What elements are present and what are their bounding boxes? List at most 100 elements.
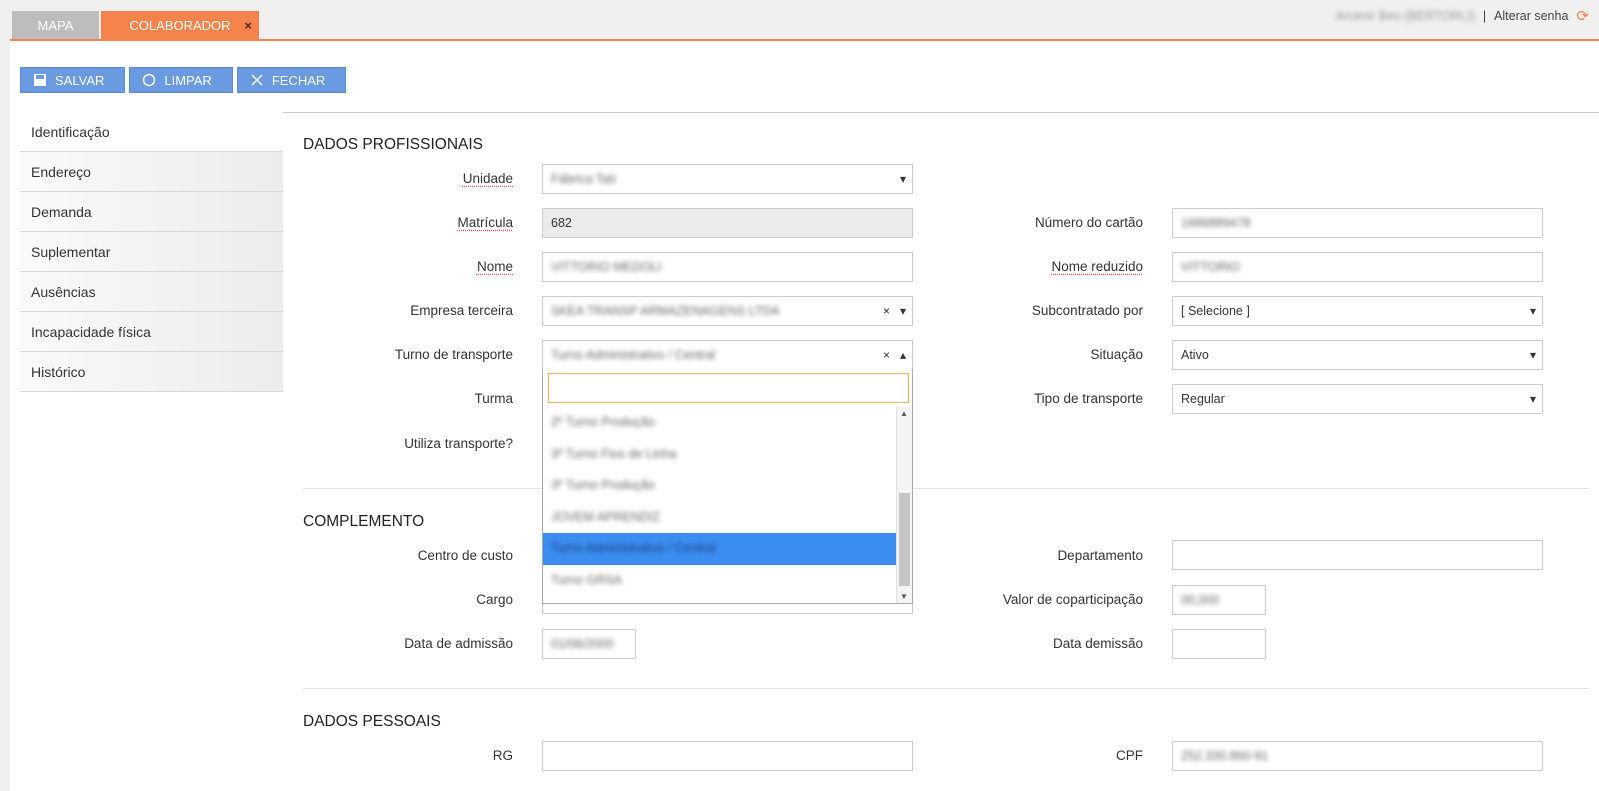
label-tipo-transporte: Tipo de transporte	[1033, 391, 1143, 406]
chevron-down-icon: ▾	[1529, 392, 1536, 406]
label-valor-coparticipacao: Valor de coparticipação	[1002, 592, 1143, 607]
dropdown-option[interactable]: 3º Turno Produção	[543, 470, 896, 502]
label-subcontratado: Subcontratado por	[1031, 303, 1143, 318]
clear-button[interactable]: LIMPAR	[129, 67, 233, 93]
label-unidade: Unidade	[462, 171, 513, 186]
situacao-value: Ativo	[1181, 348, 1209, 362]
dropdown-option[interactable]: JOVEM APRENDIZ	[543, 502, 896, 534]
sidebar-item-endereco[interactable]: Endereço	[20, 152, 283, 192]
chevron-down-icon: ▾	[1529, 304, 1536, 318]
unidade-value: Fábrica Tatí	[551, 172, 617, 186]
top-bar: MAPA COLABORADOR × Arcenir Beo (BERTORLI…	[0, 0, 1599, 40]
tab-mapa[interactable]: MAPA	[12, 11, 99, 40]
close-button[interactable]: FECHAR	[236, 67, 347, 93]
dropdown-option[interactable]: 2º Turno Produção	[543, 407, 896, 439]
scrollbar-thumb[interactable]	[899, 493, 910, 586]
x-icon	[251, 74, 263, 86]
option-label: Turno Administrativo / Central	[551, 541, 716, 555]
label-matricula: Matrícula	[457, 215, 513, 230]
dropdown-option[interactable]: 3º Turno Fios de Linha	[543, 439, 896, 471]
header-divider	[282, 112, 1599, 113]
sidebar-item-demanda[interactable]: Demanda	[20, 192, 283, 232]
tab-colaborador[interactable]: COLABORADOR ×	[101, 11, 259, 40]
scroll-up-icon[interactable]: ▲	[900, 409, 908, 418]
toolbar: SALVAR LIMPAR FECHAR	[20, 67, 347, 93]
option-label: 3º Turno Produção	[551, 478, 655, 492]
separator: |	[1482, 9, 1487, 23]
nome-reduzido-field[interactable]: VITTORIO	[1172, 252, 1543, 282]
label-turno: Turno de transporte	[394, 347, 513, 362]
nome-value: VITTORIO MEDOLI	[551, 260, 662, 274]
clear-icon[interactable]: ×	[883, 297, 890, 325]
dropdown-option[interactable]: Turno GRSA	[543, 565, 896, 597]
situacao-select[interactable]: Ativo ▾	[1172, 340, 1543, 370]
user-area: Arcenir Beo (BERTORLI) | Alterar senha ⟳	[1336, 7, 1589, 25]
save-button[interactable]: SALVAR	[20, 67, 126, 93]
section-divider	[303, 488, 1589, 489]
label-turma: Turma	[474, 391, 513, 406]
section-divider	[303, 688, 1589, 689]
tipo-transporte-value: Regular	[1181, 392, 1225, 406]
section-title-pess: DADOS PESSOAIS	[303, 713, 441, 730]
valor-coparticipacao-field[interactable]: 00,000	[1172, 585, 1266, 615]
sidebar-item-ausencias[interactable]: Ausências	[20, 272, 283, 312]
turno-select[interactable]: Turno Administrativo / Central × ▴	[542, 340, 913, 370]
chevron-down-icon: ▾	[899, 304, 906, 318]
close-icon[interactable]: ×	[244, 11, 252, 40]
section-title-comp: COMPLEMENTO	[303, 513, 425, 530]
dropdown-scrollbar[interactable]: ▲ ▼	[896, 407, 912, 603]
save-icon	[34, 74, 46, 86]
refresh-icon[interactable]: ⟳	[1576, 7, 1589, 25]
label-rg: RG	[492, 748, 513, 763]
turno-value: Turno Administrativo / Central	[551, 348, 716, 362]
user-name: Arcenir Beo (BERTORLI)	[1335, 9, 1475, 23]
sidebar-item-incapacidade[interactable]: Incapacidade física	[20, 312, 283, 352]
empresa-select[interactable]: SKEA TRANSP ARMAZENAGENS LTDA × ▾	[542, 296, 913, 326]
dropdown-option-selected[interactable]: Turno Administrativo / Central	[543, 533, 896, 565]
clear-icon[interactable]: ×	[883, 341, 890, 369]
label-empresa: Empresa terceira	[410, 303, 513, 318]
departamento-field[interactable]	[1172, 540, 1543, 570]
dropdown-list: 2º Turno Produção 3º Turno Fios de Linha…	[543, 407, 896, 603]
sidebar-item-identificacao[interactable]: Identificação	[20, 112, 283, 152]
sidebar-item-historico[interactable]: Histórico	[20, 352, 283, 392]
tipo-transporte-select[interactable]: Regular ▾	[1172, 384, 1543, 414]
data-demissao-field[interactable]	[1172, 629, 1266, 659]
option-label: 3º Turno Fios de Linha	[551, 446, 677, 461]
cpf-value: 252.330.860-91	[1181, 749, 1269, 763]
rg-field[interactable]	[542, 741, 913, 771]
subcontratado-select[interactable]: [ Selecione ] ▾	[1172, 296, 1543, 326]
cpf-field[interactable]: 252.330.860-91	[1172, 741, 1543, 771]
label-data-demissao: Data demissão	[1052, 636, 1143, 651]
valor-coparticipacao-value: 00,000	[1181, 593, 1220, 607]
change-password-link[interactable]: Alterar senha	[1494, 9, 1568, 23]
matricula-value: 682	[551, 216, 572, 230]
nome-field[interactable]: VITTORIO MEDOLI	[542, 252, 913, 282]
cartao-value: 1686889478	[1181, 216, 1251, 230]
label-situacao: Situação	[1090, 347, 1143, 362]
empresa-value: SKEA TRANSP ARMAZENAGENS LTDA	[551, 304, 780, 318]
option-label: 2º Turno Produção	[551, 415, 655, 429]
unidade-select[interactable]: Fábrica Tatí ▾	[542, 164, 913, 194]
tab-colaborador-label: COLABORADOR	[129, 18, 231, 33]
sidebar: Identificação Endereço Demanda Suplement…	[20, 112, 283, 392]
data-admissao-field[interactable]: 01/06/2000	[542, 629, 636, 659]
turno-dropdown: 2º Turno Produção 3º Turno Fios de Linha…	[542, 369, 913, 604]
option-label: JOVEM APRENDIZ	[551, 509, 661, 524]
data-admissao-value: 01/06/2000	[551, 637, 614, 651]
cartao-field[interactable]: 1686889478	[1172, 208, 1543, 238]
chevron-down-icon: ▾	[1529, 348, 1536, 362]
subcontratado-value: [ Selecione ]	[1181, 304, 1250, 318]
dropdown-search-input[interactable]	[548, 373, 909, 403]
section-title-prof: DADOS PROFISSIONAIS	[303, 136, 484, 153]
tab-mapa-label: MAPA	[37, 18, 74, 33]
close-label: FECHAR	[271, 72, 326, 88]
sidebar-item-suplementar[interactable]: Suplementar	[20, 232, 283, 272]
label-cartao: Número do cartão	[1034, 215, 1143, 230]
label-nome-reduzido: Nome reduzido	[1051, 259, 1143, 274]
scroll-down-icon[interactable]: ▼	[900, 592, 908, 601]
chevron-up-icon: ▴	[899, 348, 906, 362]
label-cpf: CPF	[1116, 748, 1143, 763]
nome-reduzido-value: VITTORIO	[1181, 260, 1240, 274]
matricula-field[interactable]: 682	[542, 208, 913, 238]
